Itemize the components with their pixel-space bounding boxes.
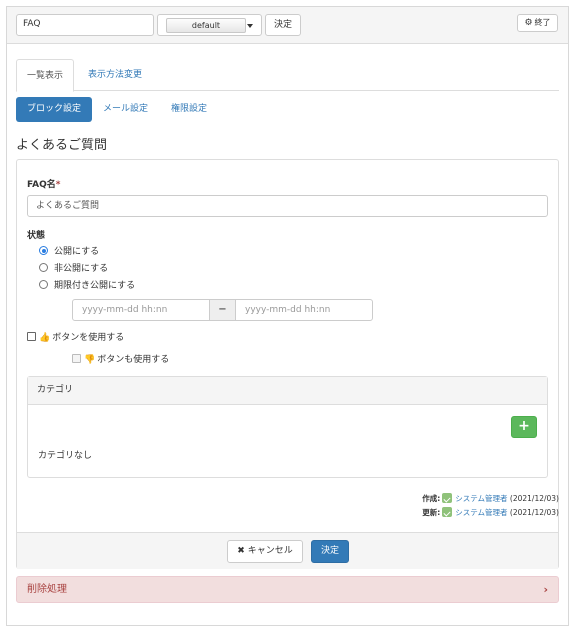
faq-name-label: FAQ名* xyxy=(27,180,61,190)
like-checkbox[interactable] xyxy=(27,332,36,341)
close-label: 終了 xyxy=(534,18,551,27)
updated-date: (2021/12/03) xyxy=(509,508,559,517)
faq-name-input[interactable]: よくあるご質問 xyxy=(27,195,548,217)
add-category-button[interactable]: + xyxy=(511,416,537,438)
like-button-option[interactable]: 👍 ボタンを使用する xyxy=(27,330,124,343)
tab-list-view[interactable]: 一覧表示 xyxy=(16,59,75,92)
radio-checked-icon[interactable] xyxy=(39,246,48,255)
no-category-text: カテゴリなし xyxy=(38,451,93,461)
status-label: 状態 xyxy=(27,231,46,241)
pill-mail-settings[interactable]: メール設定 xyxy=(93,97,158,122)
panel-footer: ✖ キャンセル 決定 xyxy=(17,532,558,569)
tab-bar: 一覧表示 表示方法変更 xyxy=(16,59,559,92)
status-option-public[interactable]: 公開にする xyxy=(39,244,99,257)
frame-title-input[interactable]: FAQ xyxy=(16,14,154,36)
decide-button[interactable]: 決定 xyxy=(311,540,349,563)
caret-down-icon xyxy=(247,24,253,28)
thumbs-up-icon: 👍 xyxy=(39,333,51,343)
pill-permission-settings[interactable]: 権限設定 xyxy=(161,97,217,122)
user-icon xyxy=(442,493,453,503)
unlike-option-label: ボタンも使用する xyxy=(97,355,170,365)
created-date: (2021/12/03) xyxy=(509,494,559,503)
tab-display-settings[interactable]: 表示方法変更 xyxy=(78,59,152,92)
close-icon: ✖ xyxy=(237,546,245,556)
user-icon xyxy=(442,507,453,517)
unlike-checkbox[interactable] xyxy=(72,354,81,363)
status-option-label: 公開にする xyxy=(54,247,100,257)
thumbs-down-icon: 👎 xyxy=(84,355,96,365)
required-mark: * xyxy=(55,180,61,190)
cancel-button[interactable]: ✖ キャンセル xyxy=(227,540,303,563)
gear-icon: ⚙ xyxy=(524,18,533,28)
status-option-limited[interactable]: 期限付き公開にする xyxy=(39,278,135,291)
header-decide-button[interactable]: 決定 xyxy=(265,14,301,36)
chevron-right-icon: › xyxy=(543,583,548,596)
publish-end-input[interactable]: yyyy-mm-dd hh:nn xyxy=(235,299,373,321)
settings-panel: FAQ名* よくあるご質問 状態 公開にする 非公開にする 期限付き公開にする … xyxy=(16,159,559,569)
status-option-private[interactable]: 非公開にする xyxy=(39,261,108,274)
status-option-label: 期限付き公開にする xyxy=(54,281,136,291)
radio-icon[interactable] xyxy=(39,280,48,289)
status-option-label: 非公開にする xyxy=(54,264,109,274)
updated-label: 更新: xyxy=(422,508,441,517)
frame-container: FAQ default 決定 ⚙ 終了 一覧表示 表示方法変更 ブロック設定 メー… xyxy=(6,6,569,626)
delete-panel[interactable]: 削除処理 › xyxy=(16,576,559,603)
unlike-button-option[interactable]: 👎 ボタンも使用する xyxy=(72,352,169,365)
created-label: 作成: xyxy=(422,494,441,503)
page-title: よくあるご質問 xyxy=(16,138,108,153)
close-button[interactable]: ⚙ 終了 xyxy=(517,14,558,32)
radio-icon[interactable] xyxy=(39,263,48,272)
category-panel: カテゴリ + カテゴリなし xyxy=(27,376,548,478)
category-heading: カテゴリ xyxy=(28,377,547,405)
cancel-label: キャンセル xyxy=(247,546,293,556)
date-separator: − xyxy=(209,299,236,321)
created-user-link[interactable]: システム管理者 xyxy=(455,494,507,503)
pill-block-settings[interactable]: ブロック設定 xyxy=(16,97,92,122)
updated-user-link[interactable]: システム管理者 xyxy=(455,508,507,517)
publish-period: yyyy-mm-dd hh:nn − yyyy-mm-dd hh:nn xyxy=(72,299,373,321)
updated-info: 更新: システム管理者 (2021/12/03) xyxy=(422,507,559,518)
publish-start-input[interactable]: yyyy-mm-dd hh:nn xyxy=(72,299,210,321)
design-select[interactable]: default xyxy=(157,14,262,36)
created-info: 作成: システム管理者 (2021/12/03) xyxy=(422,493,559,504)
delete-panel-label: 削除処理 xyxy=(27,584,67,595)
frame-header: FAQ default 決定 ⚙ 終了 xyxy=(7,7,568,44)
design-select-value: default xyxy=(166,18,246,33)
like-option-label: ボタンを使用する xyxy=(52,333,125,343)
